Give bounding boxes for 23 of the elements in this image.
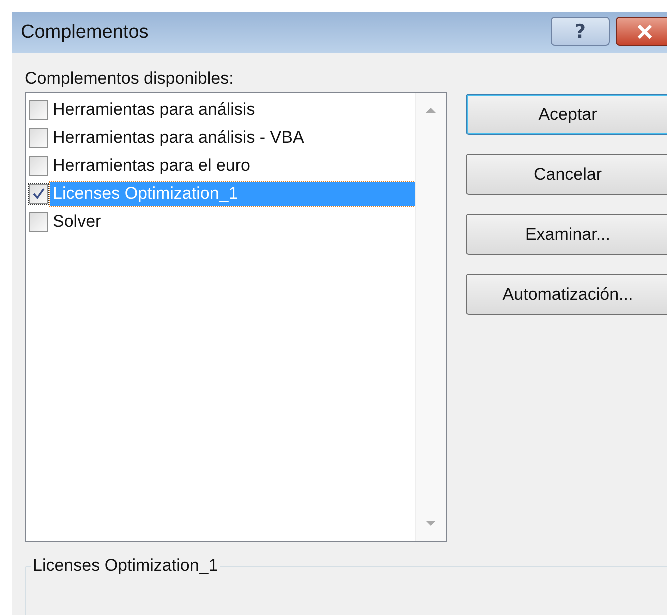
checkbox[interactable]	[29, 212, 48, 232]
checkmark-icon	[32, 187, 46, 201]
checkbox[interactable]	[29, 128, 48, 148]
checkbox[interactable]	[29, 100, 48, 120]
close-icon	[636, 24, 654, 40]
close-button[interactable]	[616, 17, 667, 46]
help-button[interactable]: ?	[551, 17, 610, 46]
list-item[interactable]: Herramientas para el euro	[50, 154, 415, 178]
checkbox[interactable]	[29, 156, 48, 176]
dialog-button[interactable]: Examinar...	[466, 214, 667, 255]
scrollbar[interactable]	[415, 93, 446, 541]
list-label: Complementos disponibles:	[25, 69, 235, 90]
dialog-button[interactable]: Aceptar	[466, 94, 667, 135]
group-title: Licenses Optimization_1	[32, 556, 220, 576]
checkbox[interactable]	[29, 184, 48, 204]
scroll-down-icon[interactable]	[425, 520, 437, 527]
dialog-button[interactable]: Automatización...	[466, 274, 667, 315]
list-item[interactable]: Solver	[50, 210, 415, 234]
dialog-button[interactable]: Cancelar	[466, 154, 667, 195]
window-title: Complementos	[21, 22, 149, 44]
list-item[interactable]: Herramientas para análisis	[50, 98, 415, 122]
scroll-up-icon[interactable]	[425, 107, 437, 114]
list-item[interactable]: Herramientas para análisis - VBA	[50, 126, 415, 150]
